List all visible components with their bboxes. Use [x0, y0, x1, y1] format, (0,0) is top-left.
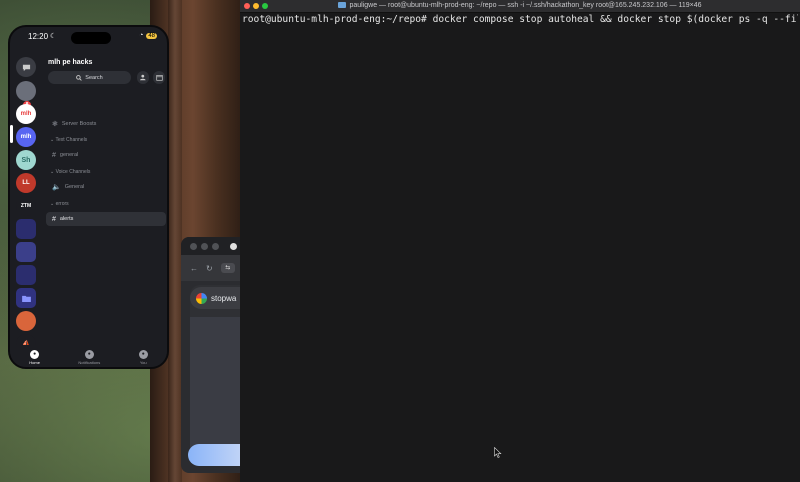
search-box[interactable]: stopwa [190, 287, 243, 309]
terminal-command-line[interactable]: root@ubuntu-mlh-prod-eng:~/repo# docker … [242, 13, 798, 27]
channel-general-voice[interactable]: 🔈 General [46, 180, 166, 194]
tree-trunk-shade [168, 0, 182, 482]
search-icon [76, 74, 82, 81]
nav-home[interactable]: ● Home [29, 349, 40, 365]
server-title[interactable]: mlh pe hacks [48, 59, 92, 66]
calendar-icon [155, 75, 163, 81]
server-mlh-pe-icon[interactable]: mlh [16, 127, 36, 147]
channel-general-text[interactable]: # general [46, 148, 166, 162]
server-cat-icon[interactable] [16, 311, 36, 331]
focus-moon-icon: ☾ [50, 33, 57, 40]
terminal-title: pauligwe — root@ubuntu-mlh-prod-eng: ~/r… [240, 2, 800, 9]
boost-icon: ❃ [52, 121, 58, 128]
dynamic-island [71, 32, 111, 44]
category-label: errors [55, 201, 69, 207]
back-arrow-icon[interactable]: ← [190, 264, 198, 273]
server-ztm-icon[interactable]: ZTM [16, 196, 36, 216]
server-boosts-label: Server Boosts [61, 121, 97, 127]
server-folder-c-icon[interactable] [16, 265, 36, 285]
reload-icon[interactable]: ↻ [206, 264, 213, 273]
server-sh-icon[interactable]: Sh [16, 150, 36, 170]
events-button[interactable] [153, 71, 165, 84]
category-label: Text Channels [55, 137, 88, 143]
category-voice-channels[interactable]: ⌄ Voice Channels [50, 169, 90, 175]
server-ll-icon[interactable]: LL [16, 173, 36, 193]
channel-panel: mlh pe hacks Search ❃ Server Boosts ⌄ Te… [44, 49, 167, 349]
nav-home-label: Home [29, 359, 40, 365]
search-query: stopwa [211, 293, 237, 303]
search-button[interactable]: Search [48, 71, 131, 84]
status-bar: 12:20 ☾ ◔ 48 [10, 27, 167, 49]
server-rail: 8 mlh mlh Sh LL ZTM ⛵ [10, 49, 42, 354]
google-logo-icon [196, 292, 207, 304]
status-time: 12:20 [28, 32, 49, 41]
browser-toolbar: ← ↻ ⇆ [181, 255, 243, 281]
channel-alerts[interactable]: # alerts [46, 212, 166, 226]
wifi-icon: ◔ [139, 32, 144, 39]
browser-titlebar [181, 237, 243, 255]
nav-you-label: You [139, 359, 147, 365]
server-mlh-icon[interactable]: mlh [16, 104, 36, 124]
terminal-window[interactable]: pauligwe — root@ubuntu-mlh-prod-eng: ~/r… [240, 0, 800, 482]
page-content: stopwa [190, 285, 243, 463]
browser-window[interactable]: ← ↻ ⇆ stopwa [181, 237, 243, 473]
channel-label: alerts [59, 216, 74, 222]
mouse-cursor-icon [494, 447, 502, 458]
nav-you[interactable]: ● You [138, 349, 148, 365]
add-user-icon [139, 74, 146, 81]
add-member-button[interactable] [137, 71, 149, 84]
category-text-channels[interactable]: ⌄ Text Channels [50, 137, 87, 143]
result-card [190, 317, 243, 453]
nav-notifications[interactable]: ● Notifications [78, 349, 101, 365]
zoom-window-button[interactable] [212, 242, 219, 250]
search-label: Search [85, 74, 103, 81]
server-avatar-icon[interactable] [16, 81, 36, 101]
bottom-nav: ● Home ● Notifications ● You [10, 345, 167, 367]
battery-indicator: 48 [146, 32, 157, 39]
tab-favicon-icon[interactable] [230, 242, 237, 250]
hashtag-icon: # [52, 151, 56, 159]
server-boosts-row[interactable]: ❃ Server Boosts [46, 117, 166, 131]
category-label: Voice Channels [55, 169, 91, 175]
nav-notifications-label: Notifications [78, 359, 101, 365]
close-window-button[interactable] [190, 242, 197, 250]
home-icon: ● [30, 349, 40, 359]
server-folder-b-icon[interactable] [16, 242, 36, 262]
folder-icon[interactable] [16, 288, 36, 308]
bell-icon: ● [84, 349, 94, 359]
site-info-icon[interactable]: ⇆ [220, 263, 235, 273]
speaker-icon: 🔈 [52, 184, 61, 191]
channel-label: general [59, 152, 79, 158]
folder-icon [338, 2, 347, 8]
avatar: ● [138, 349, 148, 359]
server-folder-a-icon[interactable] [16, 219, 36, 239]
iphone-mirror-window[interactable]: 12:20 ☾ ◔ 48 8 mlh mlh Sh LL ZTM ⛵ mlh p… [8, 25, 169, 369]
active-server-pill [10, 125, 13, 143]
minimize-window-button[interactable] [201, 242, 208, 250]
gradient-button[interactable] [188, 444, 243, 466]
direct-messages-icon[interactable] [16, 57, 36, 77]
category-errors[interactable]: ⌄ errors [50, 201, 69, 207]
terminal-titlebar: pauligwe — root@ubuntu-mlh-prod-eng: ~/r… [240, 0, 800, 13]
channel-label: General [64, 184, 85, 190]
hashtag-icon: # [52, 215, 56, 223]
terminal-title-text: pauligwe — root@ubuntu-mlh-prod-eng: ~/r… [349, 2, 702, 9]
status-icons: ◔ 48 [139, 32, 157, 39]
